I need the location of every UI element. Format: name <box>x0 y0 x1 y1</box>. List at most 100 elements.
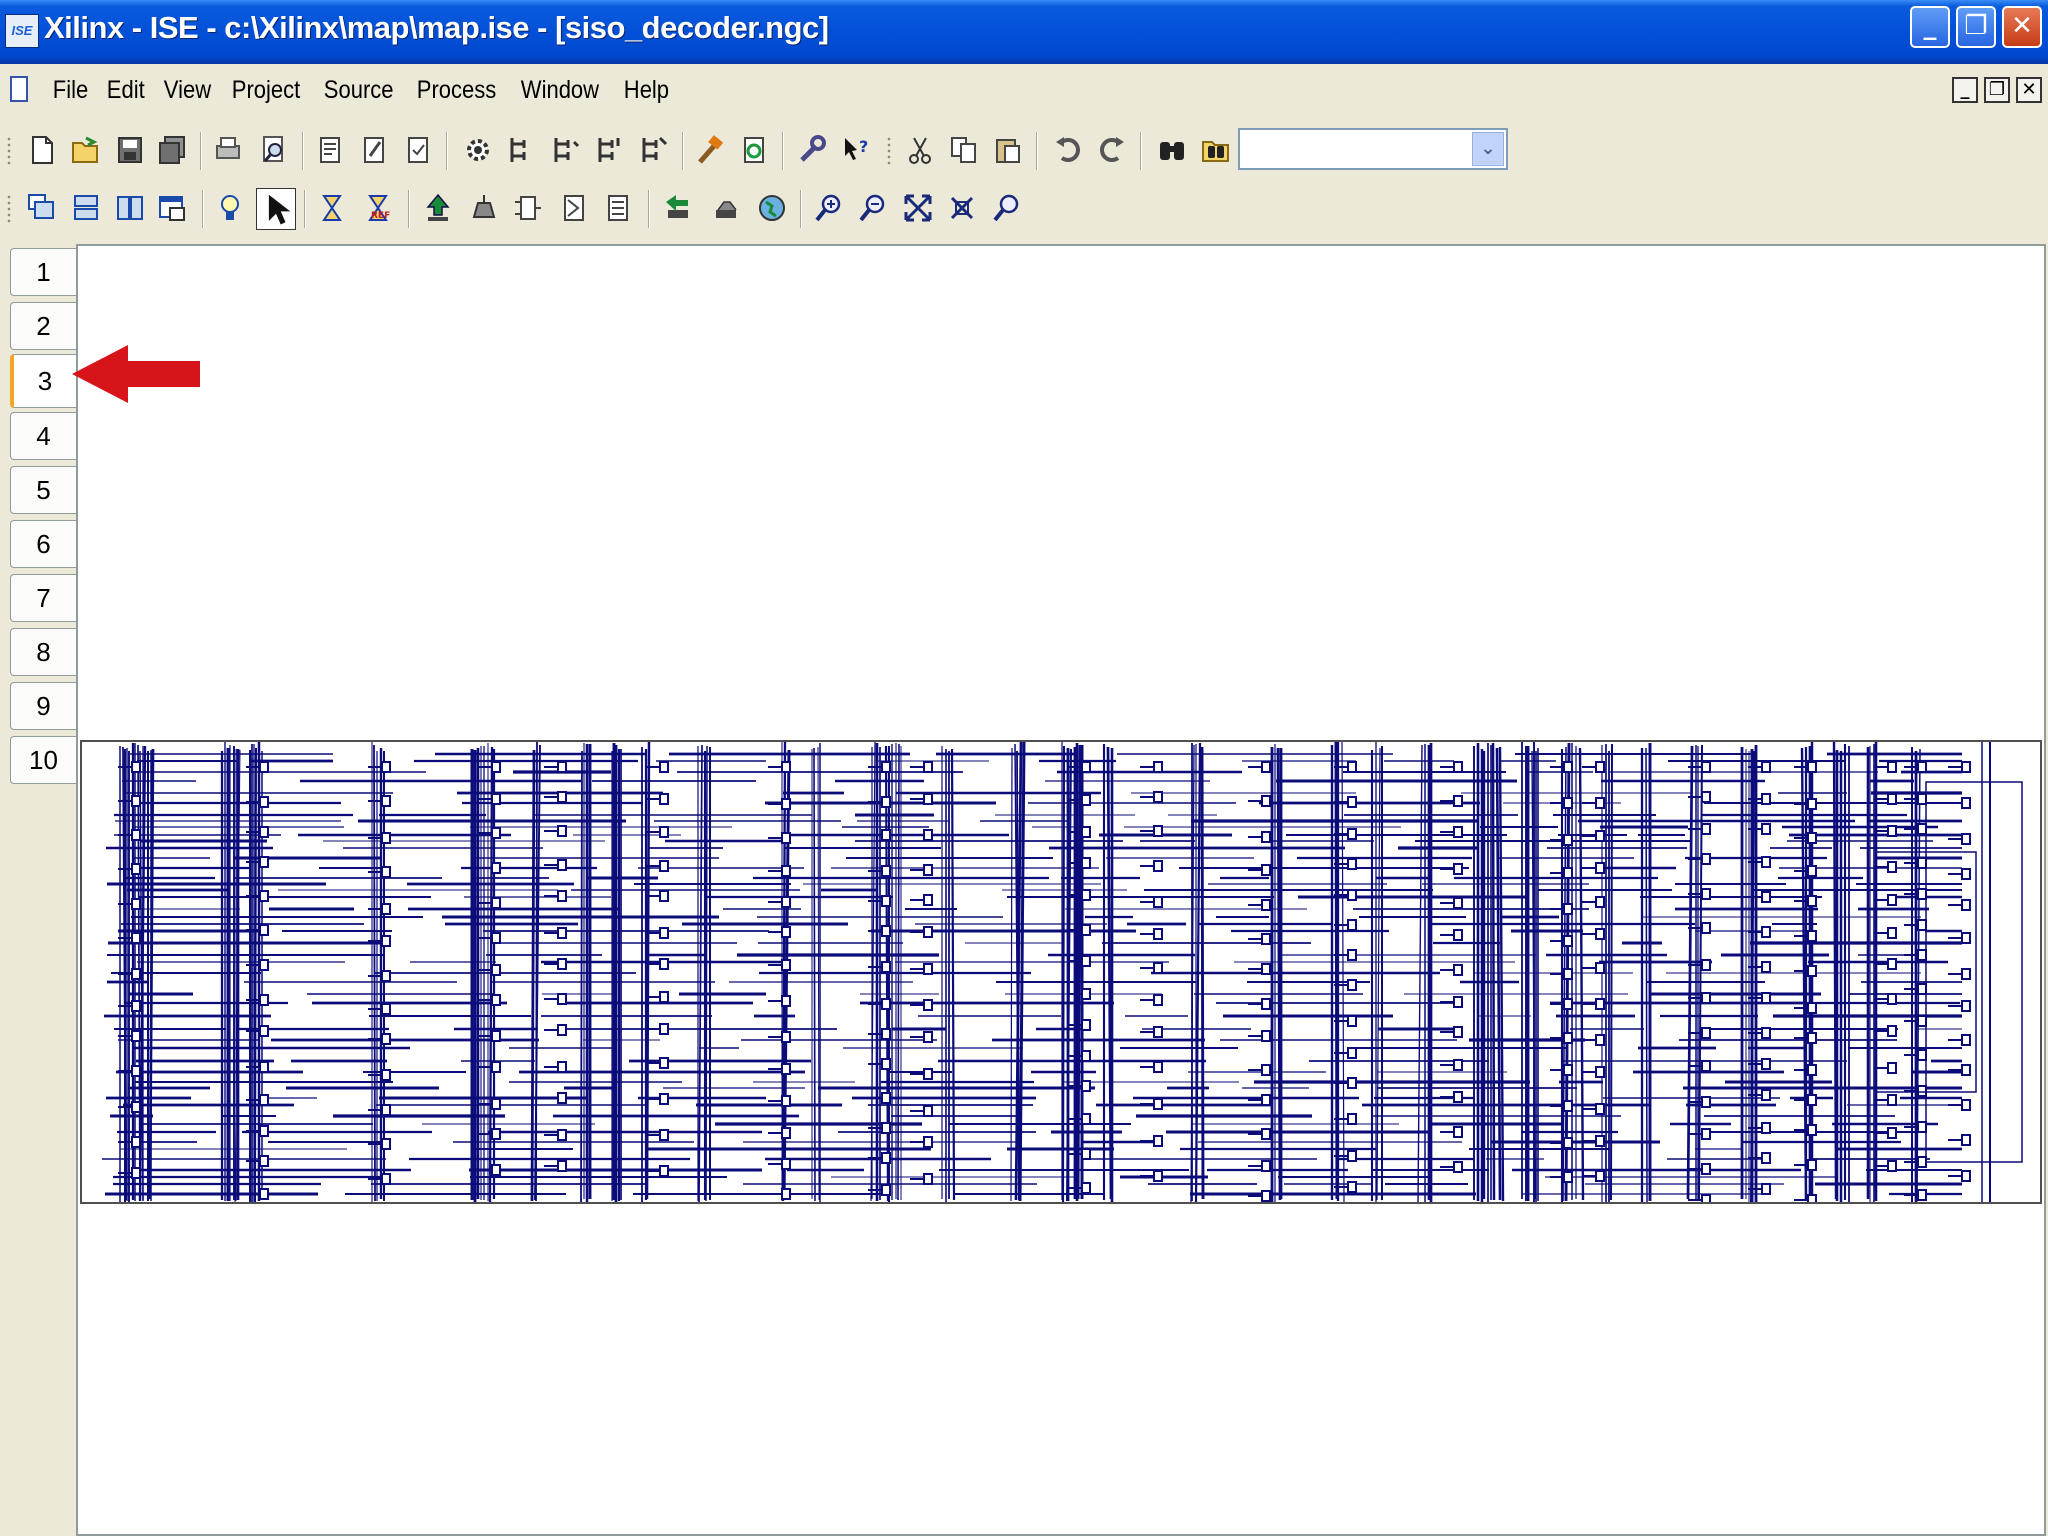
wrench-icon[interactable] <box>796 134 828 166</box>
menu-items: File Edit View Project Source Process Wi… <box>44 76 681 105</box>
block2-icon[interactable] <box>558 192 590 224</box>
save-icon[interactable] <box>114 134 146 166</box>
pop-down-icon[interactable] <box>468 192 500 224</box>
forward-icon[interactable] <box>710 192 742 224</box>
push-up-icon[interactable] <box>422 192 454 224</box>
globe-icon[interactable] <box>756 192 788 224</box>
copy-icon[interactable] <box>948 134 980 166</box>
ise-app-icon[interactable]: ISE <box>5 14 39 48</box>
edit-doc-icon[interactable] <box>314 134 346 166</box>
sheet-tab-10[interactable]: 10 <box>10 736 76 784</box>
toolbar-separator <box>682 132 684 170</box>
print-preview-icon[interactable] <box>258 134 290 166</box>
toolbar-separator <box>200 132 202 170</box>
select-arrow-icon <box>268 194 291 225</box>
toolbar-separator <box>1140 132 1142 170</box>
red-arrow-annotation <box>72 345 200 403</box>
toolbar-grip[interactable] <box>886 136 892 166</box>
help-cursor-icon[interactable]: ? <box>840 134 872 166</box>
find-combobox[interactable]: ⌄ <box>1238 128 1508 170</box>
back-icon[interactable] <box>662 192 694 224</box>
tile-vertical-icon[interactable] <box>114 192 146 224</box>
mdi-minimize-button[interactable]: _ <box>1952 77 1978 103</box>
binoculars-icon[interactable] <box>1156 134 1188 166</box>
menu-process[interactable]: Process <box>408 76 505 105</box>
zoom-full-icon[interactable] <box>902 192 934 224</box>
hierarchy2-icon[interactable] <box>550 134 582 166</box>
title-bar: ISE Xilinx - ISE - c:\Xilinx\map\map.ise… <box>0 0 2048 64</box>
window-icon[interactable] <box>156 192 188 224</box>
redo-icon[interactable] <box>1096 134 1128 166</box>
tile-horizontal-icon[interactable] <box>70 192 102 224</box>
menu-view[interactable]: View <box>155 76 220 105</box>
hierarchy-icon[interactable] <box>506 134 538 166</box>
zoom-in-icon[interactable] <box>812 192 844 224</box>
check-doc-icon[interactable] <box>402 134 434 166</box>
lightbulb-icon[interactable] <box>214 192 246 224</box>
sheet-tab-2[interactable]: 2 <box>10 302 76 350</box>
sheet-tab-4[interactable]: 4 <box>10 412 76 460</box>
document-icon[interactable] <box>10 76 28 102</box>
toolbar-separator <box>202 190 204 228</box>
hammer-icon[interactable] <box>694 134 726 166</box>
open-folder-icon[interactable] <box>70 134 102 166</box>
block-icon[interactable] <box>512 192 544 224</box>
zoom-out-icon[interactable] <box>856 192 888 224</box>
schematic-toolbar: REF <box>0 180 2048 236</box>
hourglass-ref-icon[interactable]: REF <box>362 192 394 224</box>
toolbar-separator <box>446 132 448 170</box>
edit-doc2-icon[interactable] <box>358 134 390 166</box>
sheet-tab-8[interactable]: 8 <box>10 628 76 676</box>
hourglass-icon[interactable] <box>316 192 348 224</box>
zoom-fit-icon[interactable] <box>946 192 978 224</box>
mdi-restore-button[interactable]: ❐ <box>1984 77 2010 103</box>
maximize-button[interactable]: ❐ <box>1956 6 1996 48</box>
new-file-icon[interactable] <box>26 134 58 166</box>
toolbar-separator <box>1036 132 1038 170</box>
sheet-tab-5[interactable]: 5 <box>10 466 76 514</box>
toolbar-separator <box>304 190 306 228</box>
close-button[interactable]: ✕ <box>2002 6 2042 48</box>
standard-toolbar: ? <box>0 122 2048 178</box>
cascade-icon[interactable] <box>26 192 58 224</box>
menu-project[interactable]: Project <box>223 76 309 105</box>
toolbar-separator <box>782 132 784 170</box>
schematic-netlist-view[interactable] <box>80 740 2042 1206</box>
menu-source[interactable]: Source <box>315 76 402 105</box>
hierarchy4-icon[interactable] <box>638 134 670 166</box>
toolbar-separator <box>408 190 410 228</box>
find-in-files-icon[interactable] <box>1200 134 1232 166</box>
sheet-tab-9[interactable]: 9 <box>10 682 76 730</box>
gear-icon[interactable] <box>462 134 494 166</box>
sheet-tab-7[interactable]: 7 <box>10 574 76 622</box>
hierarchy3-icon[interactable] <box>594 134 626 166</box>
toolbar-separator <box>800 190 802 228</box>
select-tool-button[interactable] <box>256 188 296 230</box>
undo-icon[interactable] <box>1052 134 1084 166</box>
toolbar-grip[interactable] <box>6 136 12 166</box>
refresh-icon[interactable] <box>738 134 770 166</box>
window-title: Xilinx - ISE - c:\Xilinx\map\map.ise - [… <box>44 10 829 45</box>
svg-text:REF: REF <box>371 211 390 221</box>
menu-file[interactable]: File <box>44 76 97 105</box>
toolbar-separator <box>302 132 304 170</box>
save-all-icon[interactable] <box>156 134 188 166</box>
menu-edit[interactable]: Edit <box>98 76 154 105</box>
sheet-tab-1[interactable]: 1 <box>10 248 76 296</box>
block3-icon[interactable] <box>602 192 634 224</box>
menu-help[interactable]: Help <box>615 76 678 105</box>
netlist-wires <box>102 741 2023 1206</box>
minimize-button[interactable]: _ <box>1910 6 1950 48</box>
cut-icon[interactable] <box>904 134 936 166</box>
sheet-tab-3[interactable]: 3 <box>10 354 76 408</box>
toolbar-separator <box>648 190 650 228</box>
print-icon[interactable] <box>212 134 244 166</box>
menu-window[interactable]: Window <box>512 76 608 105</box>
mdi-close-button[interactable]: ✕ <box>2016 77 2042 103</box>
toolbar-grip[interactable] <box>6 194 12 224</box>
sheet-tab-6[interactable]: 6 <box>10 520 76 568</box>
paste-icon[interactable] <box>992 134 1024 166</box>
svg-text:?: ? <box>859 137 868 156</box>
chevron-down-icon[interactable]: ⌄ <box>1472 132 1504 166</box>
zoom-select-icon[interactable] <box>990 192 1022 224</box>
